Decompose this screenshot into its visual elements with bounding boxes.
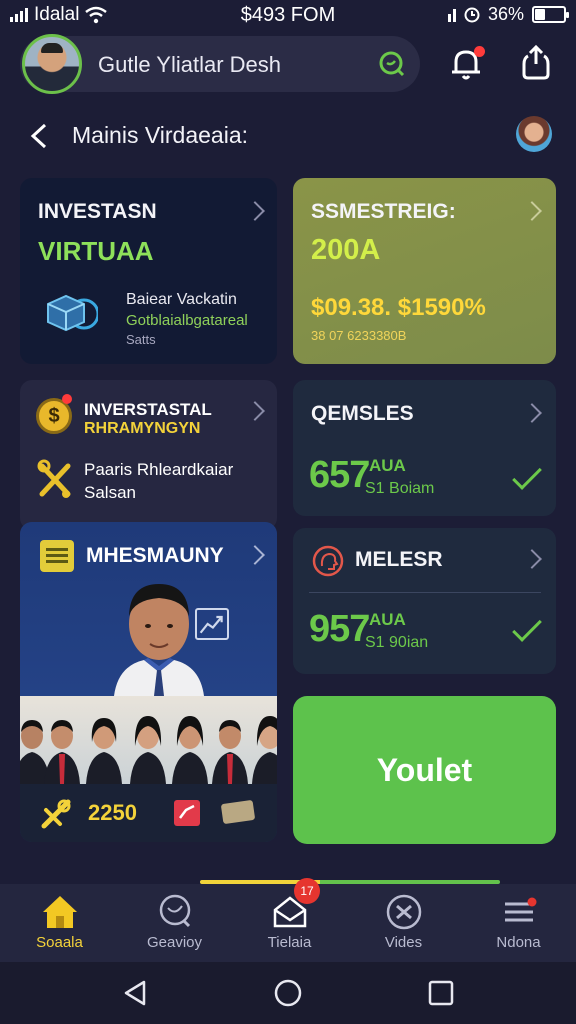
menu-icon — [505, 897, 537, 922]
nav-label-home: Soaala — [36, 934, 83, 951]
nav-label-tools: Vides — [384, 934, 423, 951]
profile-avatar[interactable] — [516, 116, 552, 152]
mhesmauny-card[interactable]: MHESMAUNY 2250 — [20, 522, 277, 842]
semester-card[interactable]: SSMESTREIG: 200A $09.38. $1590% 38 07 62… — [293, 178, 556, 364]
header-title: Gutle Yliatlar Desh — [98, 52, 282, 77]
mhesmauny-value: 2250 — [88, 800, 137, 825]
signal-small-icon — [447, 8, 456, 22]
melesr-unit: AUA — [369, 610, 406, 629]
qemsles-note: S1 Boiam — [365, 480, 435, 497]
subheader: Mainis Virdaeaia: — [0, 112, 576, 160]
investment-title: INVESTASN — [38, 200, 157, 223]
mhesmauny-title: MHESMAUNY — [86, 544, 224, 567]
subheader-title: Mainis Virdaeaia: — [72, 122, 249, 148]
nav-label-search: Geavioy — [146, 934, 203, 951]
investment-card[interactable]: INVESTASN VIRTUAA Baiear Vackatin Gotbla… — [20, 178, 277, 364]
chevron-right-icon — [522, 201, 542, 221]
check-icon — [512, 612, 542, 642]
nav-badge: 17 — [294, 878, 320, 904]
alarm-icon — [464, 7, 480, 22]
chevron-right-icon — [522, 403, 542, 423]
chevron-right-icon — [245, 401, 265, 421]
head-icon — [312, 545, 344, 577]
ticket-icon — [220, 799, 256, 825]
nav-item-home[interactable]: Soaala — [2, 884, 117, 962]
home-icon — [43, 896, 77, 928]
battery-icon — [532, 6, 569, 23]
battery-fill — [535, 9, 546, 20]
battery-percent: 36% — [487, 4, 524, 24]
investatal-line1: Paaris Rhleardkaiar — [84, 460, 234, 479]
notification-dot — [474, 46, 485, 57]
qemsles-card[interactable]: QEMSLES 657 AUA S1 Boiam — [293, 380, 556, 516]
investatal-line2: Salsan — [84, 483, 136, 502]
qemsles-title: QEMSLES — [311, 402, 414, 425]
qemsles-value: 657 — [309, 454, 370, 496]
back-icon[interactable] — [28, 122, 50, 150]
cube-icon — [47, 294, 98, 332]
list-icon — [40, 540, 74, 572]
melesr-card[interactable]: MELESR 957 AUA S1 90ian — [293, 528, 556, 674]
semester-small: 38 07 6233380B — [311, 328, 407, 343]
coin-badge — [62, 394, 72, 404]
investatal-title: INVERSTASTAL — [84, 400, 212, 419]
youlet-button[interactable]: Youlet — [293, 696, 556, 844]
wrench-icon — [41, 799, 71, 829]
melesr-note: S1 90ian — [365, 634, 429, 651]
bottom-navigation: Soaala Geavioy 17 Tielaia Vides Ndona — [0, 878, 576, 962]
back-triangle-icon[interactable] — [120, 978, 150, 1008]
nav-item-menu[interactable]: Ndona — [461, 884, 576, 962]
user-avatar[interactable] — [22, 34, 82, 94]
share-button[interactable] — [516, 44, 556, 84]
recents-square-icon[interactable] — [426, 978, 456, 1008]
chevron-right-icon — [245, 201, 265, 221]
chevron-right-icon — [522, 549, 542, 569]
notifications-button[interactable] — [446, 44, 486, 84]
trend-chart-icon — [195, 608, 229, 640]
tools-icon — [37, 459, 71, 498]
chart-tag-icon — [174, 800, 200, 826]
nav-item-mail[interactable]: 17 Tielaia — [232, 878, 347, 962]
search-icon[interactable] — [378, 50, 406, 78]
investment-subtitle: VIRTUAA — [38, 236, 154, 266]
melesr-title: MELESR — [355, 548, 443, 571]
nav-label-mail: Tielaia — [267, 934, 312, 951]
nav-label-menu: Ndona — [496, 934, 541, 951]
investment-line2: Gotblaialbgatareal — [126, 312, 248, 329]
semester-value: 200A — [311, 234, 381, 266]
home-circle-icon[interactable] — [273, 978, 303, 1008]
check-icon — [512, 460, 542, 490]
melesr-value: 957 — [309, 608, 370, 650]
semester-title: SSMESTREIG: — [311, 200, 456, 223]
investment-line1: Baiear Vackatin — [126, 291, 237, 308]
team-photo — [20, 696, 277, 784]
system-navigation-bar — [0, 962, 576, 1024]
search-icon — [159, 894, 191, 928]
nav-item-search[interactable]: Geavioy — [117, 884, 232, 962]
investment-line3: Satts — [126, 332, 156, 347]
nav-item-tools[interactable]: Vides — [346, 884, 461, 962]
investatal-subtitle: RHRAMYNGYN — [84, 420, 201, 437]
share-icon — [522, 44, 550, 80]
mhesmauny-footer: 2250 — [20, 784, 277, 842]
status-bar: Idalal $493 FOM 36% — [0, 0, 576, 30]
app-header: Gutle Yliatlar Desh — [20, 34, 420, 94]
tools-icon — [386, 894, 422, 930]
semester-figures: $09.38. $1590% — [311, 294, 486, 321]
divider — [309, 592, 541, 593]
qemsles-unit: AUA — [369, 456, 406, 475]
investatal-card[interactable]: $ INVERSTASTAL RHRAMYNGYN Paaris Rhleard… — [20, 380, 277, 530]
